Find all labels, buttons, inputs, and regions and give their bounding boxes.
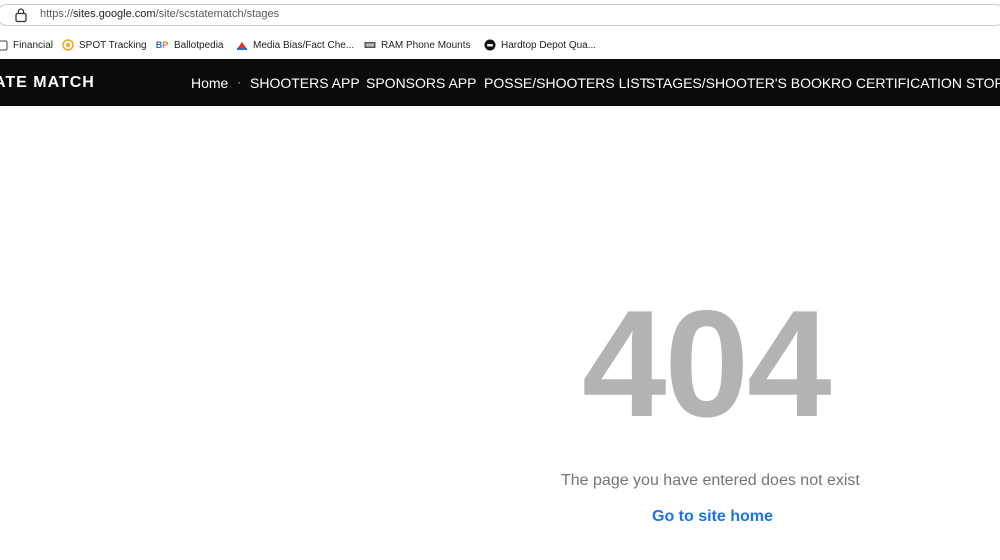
nav-stages-shooters-book[interactable]: STAGES/SHOOTER'S BOOK xyxy=(646,75,831,91)
bookmark-ballotpedia[interactable]: BP Ballotpedia xyxy=(155,38,224,52)
nav-separator: · xyxy=(819,75,823,89)
nav-sponsors-app[interactable]: SPONSORS APP xyxy=(366,75,476,91)
bookmark-spot-tracking[interactable]: SPOT Tracking xyxy=(62,38,147,52)
nav-ro-certification[interactable]: RO CERTIFICATION xyxy=(831,75,962,91)
ram-icon xyxy=(364,39,376,51)
bookmark-label: Financial xyxy=(13,39,54,51)
nav-separator: · xyxy=(634,75,638,89)
error-message: The page you have entered does not exist xyxy=(561,472,860,489)
url-host: sites.google.com xyxy=(73,8,156,20)
bookmark-label: Hardtop Depot Qua... xyxy=(501,39,597,51)
nav-posse-shooters-list[interactable]: POSSE/SHOOTERS LIST xyxy=(484,75,648,91)
bookmark-hardtop-depot[interactable]: Hardtop Depot Qua... xyxy=(484,38,596,52)
bookmark-label: Ballotpedia xyxy=(174,39,224,51)
site-title[interactable]: ATE MATCH xyxy=(0,74,95,92)
bp-icon: BP xyxy=(155,40,169,50)
url-text[interactable]: https://sites.google.com/site/scstatemat… xyxy=(40,8,279,20)
nav-shooters-app[interactable]: SHOOTERS APP xyxy=(250,75,360,91)
bookmarks-bar: Financial SPOT Tracking BP Ballotpedia M… xyxy=(0,31,1000,58)
nav-separator: · xyxy=(472,75,476,89)
spot-icon xyxy=(62,39,74,51)
mediabias-icon xyxy=(236,39,248,51)
folder-icon xyxy=(0,39,8,51)
url-path: /site/scstatematch/stages xyxy=(155,8,280,20)
nav-separator: · xyxy=(954,75,958,89)
nav-store[interactable]: STOR xyxy=(966,75,1000,91)
error-code: 404 xyxy=(582,279,832,449)
bookmark-label: Media Bias/Fact Che... xyxy=(253,39,355,51)
nav-separator: · xyxy=(354,75,358,89)
bookmark-label: SPOT Tracking xyxy=(79,39,147,51)
hardtop-icon xyxy=(484,39,496,51)
bookmark-label: RAM Phone Mounts xyxy=(381,39,471,51)
lock-icon[interactable] xyxy=(14,7,28,23)
go-to-site-home-link[interactable]: Go to site home xyxy=(652,508,773,526)
address-bar: https://sites.google.com/site/scstatemat… xyxy=(0,0,1000,30)
nav-home[interactable]: Home xyxy=(191,75,228,91)
nav-separator: · xyxy=(237,75,241,89)
bookmark-media-bias[interactable]: Media Bias/Fact Che... xyxy=(236,38,354,52)
url-prefix: https:// xyxy=(40,8,74,20)
bookmark-financial[interactable]: Financial xyxy=(0,38,53,52)
site-navigation: ATE MATCH Home · SHOOTERS APP · SPONSORS… xyxy=(0,59,1000,106)
bookmark-ram-phone-mounts[interactable]: RAM Phone Mounts xyxy=(364,38,471,52)
